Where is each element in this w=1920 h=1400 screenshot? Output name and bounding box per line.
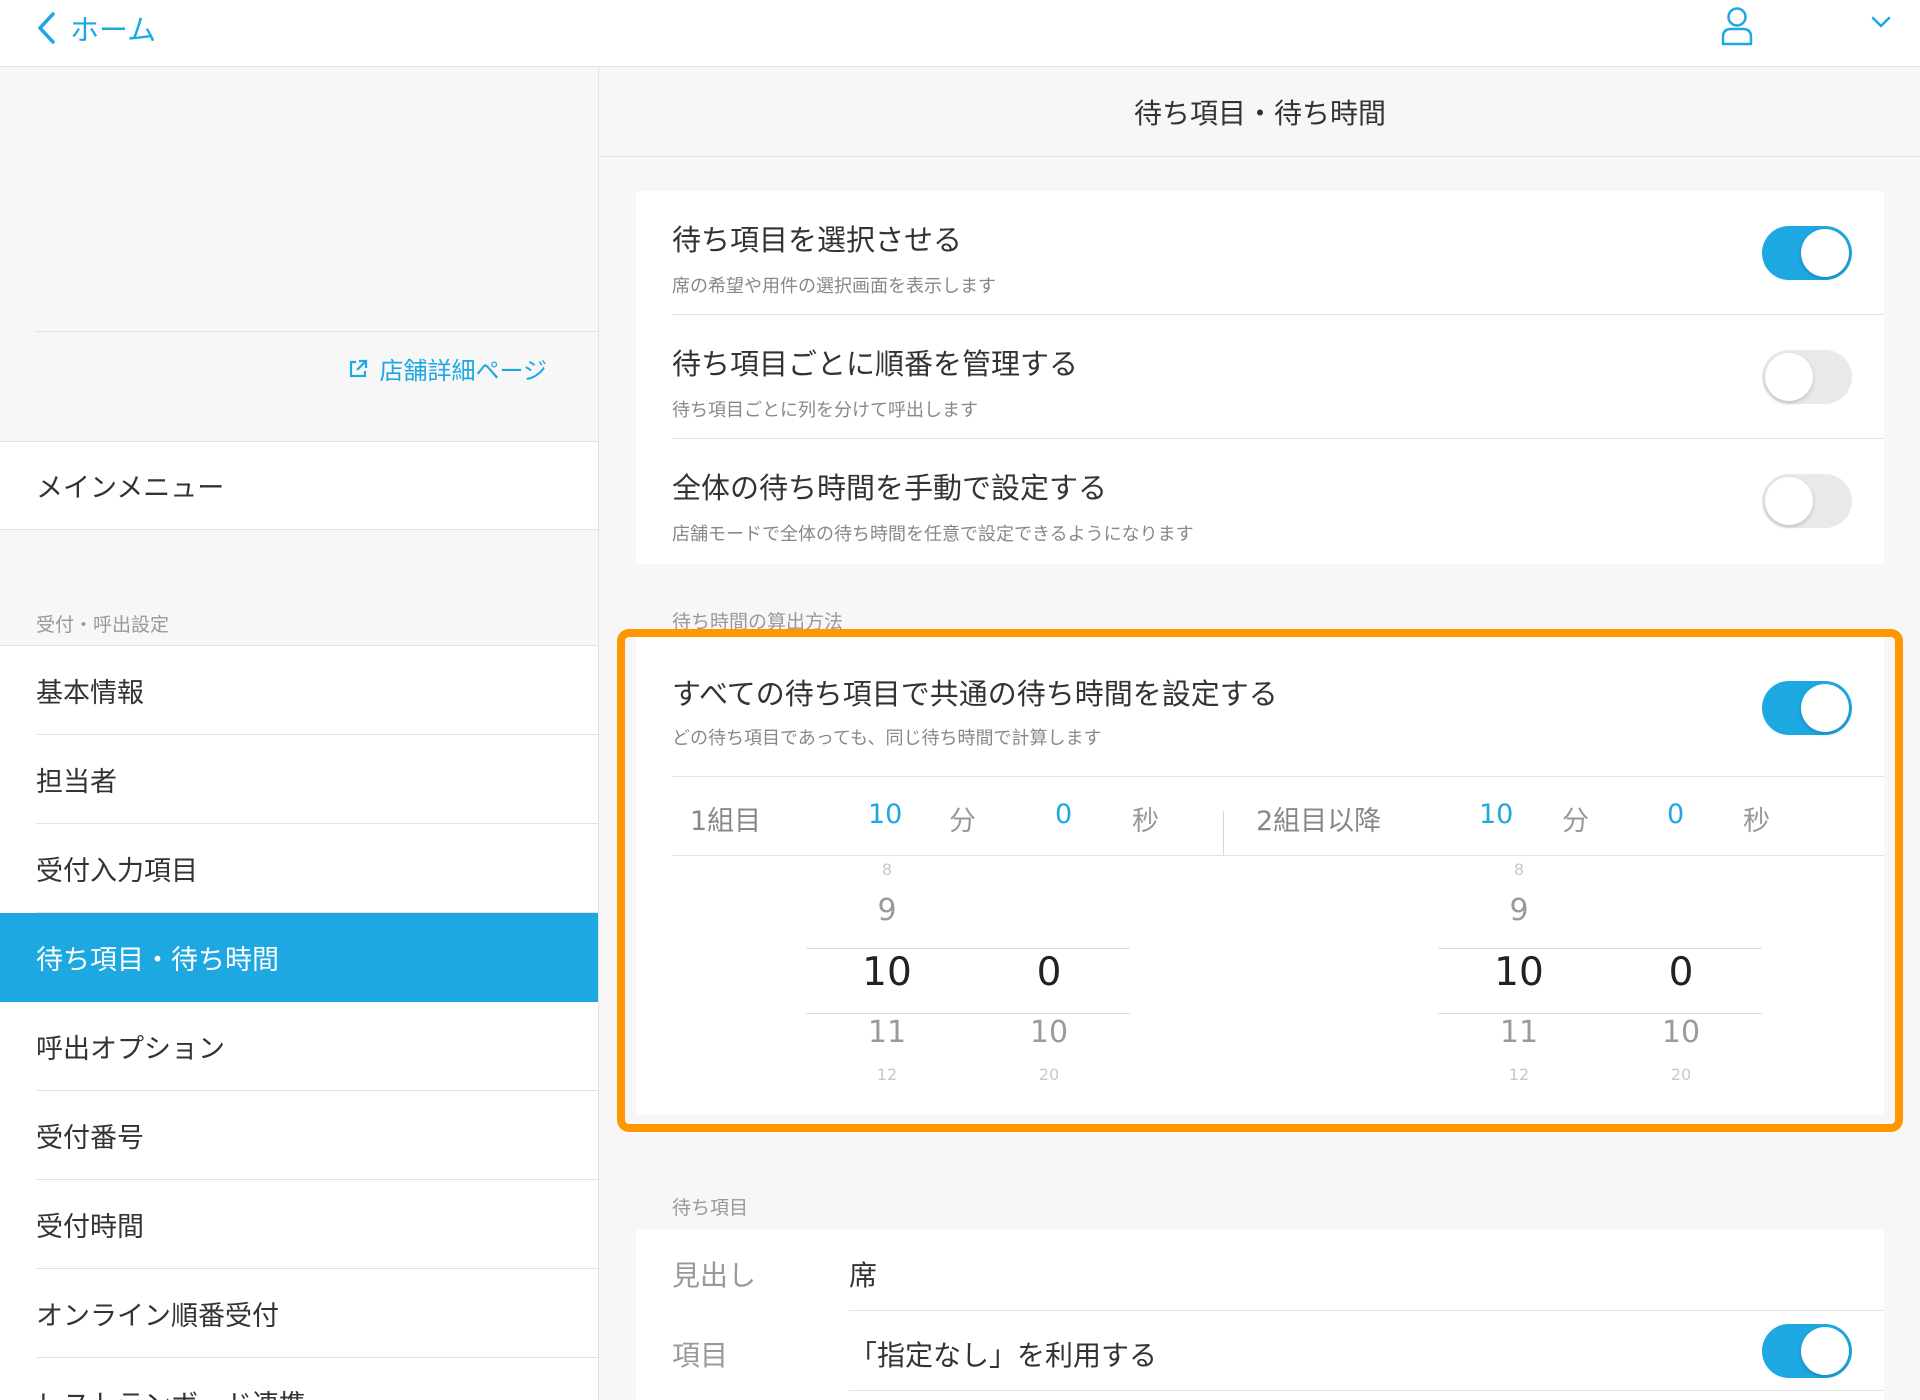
user-icon[interactable]: [1720, 6, 1754, 46]
nav-list: 基本情報 担当者 受付入力項目 待ち項目・待ち時間 呼出オプション 受付番号 受…: [0, 645, 598, 1400]
sidebar: 店舗詳細ページ メインメニュー 受付・呼出設定 基本情報 担当者 受付入力項目 …: [0, 67, 599, 1400]
sidebar-item-label: 待ち項目・待ち時間: [36, 945, 279, 976]
sidebar-item-label: 受付時間: [36, 1212, 144, 1243]
setting-subtitle: 待ち項目ごとに列を分けて呼出します: [672, 400, 978, 421]
toggle-knob: [1801, 1327, 1849, 1375]
sidebar-item-online-queue[interactable]: オンライン順番受付: [0, 1269, 598, 1358]
sidebar-item-staff[interactable]: 担当者: [0, 735, 598, 824]
sidebar-item-call-options[interactable]: 呼出オプション: [0, 1002, 598, 1091]
sidebar-item-label: レストランボード連携: [36, 1383, 306, 1400]
back-label: ホーム: [70, 13, 157, 47]
divider: [849, 1390, 1884, 1391]
sidebar-item-input-fields[interactable]: 受付入力項目: [0, 824, 598, 913]
sidebar-item-reception-hours[interactable]: 受付時間: [0, 1180, 598, 1269]
setting-title: 全体の待ち時間を手動で設定する: [672, 471, 1108, 505]
item-label: 項目: [672, 1339, 729, 1372]
divider: [849, 1310, 1884, 1311]
shop-detail-link[interactable]: 店舗詳細ページ: [347, 351, 547, 386]
sidebar-item-restaurant-board[interactable]: レストランボード連携: [0, 1358, 598, 1400]
top-bar: ホーム: [0, 0, 1920, 67]
chevron-left-icon: [38, 12, 55, 44]
highlight-frame: [617, 629, 1903, 1132]
sidebar-item-label: オンライン順番受付: [36, 1301, 279, 1332]
setting-subtitle: 店舗モードで全体の待ち時間を任意で設定できるようになります: [672, 524, 1194, 545]
main-menu-label: メインメニュー: [36, 473, 225, 504]
settings-card: 待ち項目を選択させる 席の希望や用件の選択画面を表示します 待ち項目ごとに順番を…: [636, 191, 1884, 564]
setting-row-select-items: 待ち項目を選択させる 席の希望や用件の選択画面を表示します: [636, 191, 1884, 315]
setting-subtitle: 席の希望や用件の選択画面を表示します: [672, 276, 996, 297]
heading-value[interactable]: 席: [849, 1254, 877, 1294]
toggle-manage-order[interactable]: [1762, 350, 1852, 404]
toggle-knob: [1765, 477, 1813, 525]
sidebar-item-label: 受付入力項目: [36, 856, 198, 887]
shop-info-area: 店舗詳細ページ: [0, 67, 598, 441]
sidebar-item-wait-items[interactable]: 待ち項目・待ち時間: [0, 913, 598, 1002]
sidebar-item-label: 担当者: [36, 767, 117, 798]
sidebar-item-reception-number[interactable]: 受付番号: [0, 1091, 598, 1180]
items-section-label: 待ち項目: [672, 1197, 749, 1219]
toggle-manual-wait[interactable]: [1762, 474, 1852, 528]
items-card: 見出し 席 項目 「指定なし」を利用する: [636, 1230, 1884, 1400]
setting-row-manual-wait: 全体の待ち時間を手動で設定する 店舗モードで全体の待ち時間を任意で設定できるよう…: [636, 439, 1884, 563]
main-menu-item[interactable]: メインメニュー: [0, 441, 598, 530]
chevron-down-icon[interactable]: [1870, 14, 1892, 30]
heading-label: 見出し: [672, 1259, 757, 1292]
toggle-use-unspecified[interactable]: [1762, 1324, 1852, 1378]
setting-title: 待ち項目ごとに順番を管理する: [672, 347, 1079, 381]
divider: [36, 331, 598, 332]
sidebar-item-label: 呼出オプション: [36, 1034, 225, 1065]
external-link-icon: [350, 359, 368, 377]
page-title-text: 待ち項目・待ち時間: [1133, 96, 1386, 130]
item-value: 「指定なし」を利用する: [849, 1339, 1158, 1372]
toggle-select-items[interactable]: [1762, 226, 1852, 280]
sidebar-item-label: 受付番号: [36, 1123, 144, 1154]
setting-title: 待ち項目を選択させる: [672, 223, 963, 257]
shop-detail-link-label: 店舗詳細ページ: [379, 357, 547, 385]
page-title: 待ち項目・待ち時間: [600, 67, 1920, 157]
toggle-knob: [1765, 353, 1813, 401]
back-button[interactable]: ホーム: [36, 6, 156, 50]
section-label: 受付・呼出設定: [36, 614, 170, 636]
setting-row-manage-order: 待ち項目ごとに順番を管理する 待ち項目ごとに列を分けて呼出します: [636, 315, 1884, 439]
sidebar-item-label: 基本情報: [36, 678, 144, 709]
toggle-knob: [1801, 229, 1849, 277]
sidebar-item-basic-info[interactable]: 基本情報: [0, 646, 598, 735]
